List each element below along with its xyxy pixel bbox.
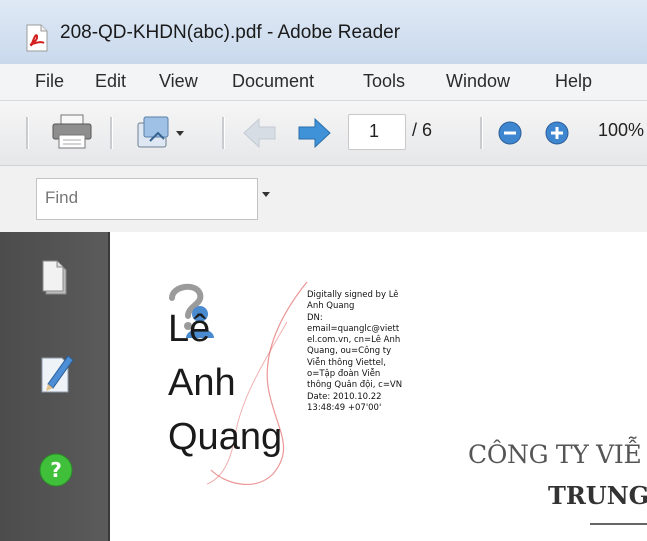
zoom-out-icon[interactable] (497, 120, 523, 146)
menu-tools[interactable]: Tools (363, 71, 405, 92)
signature-detail-line: Anh Quang (307, 301, 355, 312)
signature-detail-line: DN: (307, 312, 323, 323)
signer-name-line: Quang (168, 416, 283, 458)
share-icon[interactable] (132, 113, 188, 153)
page-number-field[interactable]: 1 (348, 114, 406, 150)
signature-detail-line: el.com.vn, cn=Lê Anh (307, 335, 401, 346)
pages-icon[interactable] (40, 258, 70, 298)
signature-detail-line: thông Quân đội, c=VN (307, 380, 403, 391)
signature-detail-line: Digitally signed by Lê (307, 290, 399, 300)
zoom-level[interactable]: 100% (598, 120, 644, 141)
center-heading: TRUNG (548, 481, 647, 510)
menu-window[interactable]: Window (446, 71, 510, 92)
page-total: / 6 (412, 120, 433, 140)
menu-document[interactable]: Document (232, 71, 314, 92)
previous-page-icon[interactable] (242, 117, 278, 149)
toolbar-divider (26, 117, 29, 149)
navigation-panel: ? (0, 232, 110, 541)
signature-detail-line: Date: 2010.10.22 (307, 391, 382, 402)
menu-help[interactable]: Help (555, 71, 592, 92)
svg-text:?: ? (50, 458, 62, 482)
signature-detail-line: o=Tập đoàn Viễn (307, 369, 381, 380)
zoom-in-icon[interactable] (544, 120, 570, 146)
signature-details: Digitally signed by Lê Anh Quang DN: ema… (307, 290, 455, 414)
chevron-down-icon[interactable] (262, 192, 270, 197)
heading-underline (590, 523, 647, 525)
current-page: 1 (369, 121, 380, 141)
company-heading: CÔNG TY VIỄ (468, 440, 642, 469)
toolbar (0, 101, 647, 166)
toolbar-divider (222, 117, 225, 149)
find-input[interactable] (37, 179, 245, 217)
toolbar-divider (110, 117, 113, 149)
signature-detail-line: Quang, ou=Công ty (307, 346, 392, 357)
find-field (36, 178, 258, 220)
signature-detail-line: Viễn thông Viettel, (307, 357, 386, 368)
menu-edit[interactable]: Edit (95, 71, 126, 92)
print-icon[interactable] (50, 113, 94, 151)
window-title: 208-QD-KHDN(abc).pdf - Adobe Reader (60, 22, 401, 43)
menu-file[interactable]: File (35, 71, 64, 92)
signature-detail-line: email=quanglc@viett (307, 323, 400, 334)
title-bar: 208-QD-KHDN(abc).pdf - Adobe Reader (0, 0, 647, 64)
next-page-icon[interactable] (296, 117, 332, 149)
menu-bar: File Edit View Document Tools Window Hel… (0, 64, 647, 101)
signer-name-line: Lê (168, 308, 211, 350)
menu-view[interactable]: View (159, 71, 198, 92)
help-icon[interactable]: ? (38, 452, 74, 488)
pdf-file-icon (26, 24, 48, 52)
signature-detail-line: 13:48:49 +07'00' (307, 402, 382, 413)
signer-name-line: Anh (168, 362, 236, 404)
signatures-icon[interactable] (38, 350, 78, 398)
toolbar-divider (480, 117, 483, 149)
